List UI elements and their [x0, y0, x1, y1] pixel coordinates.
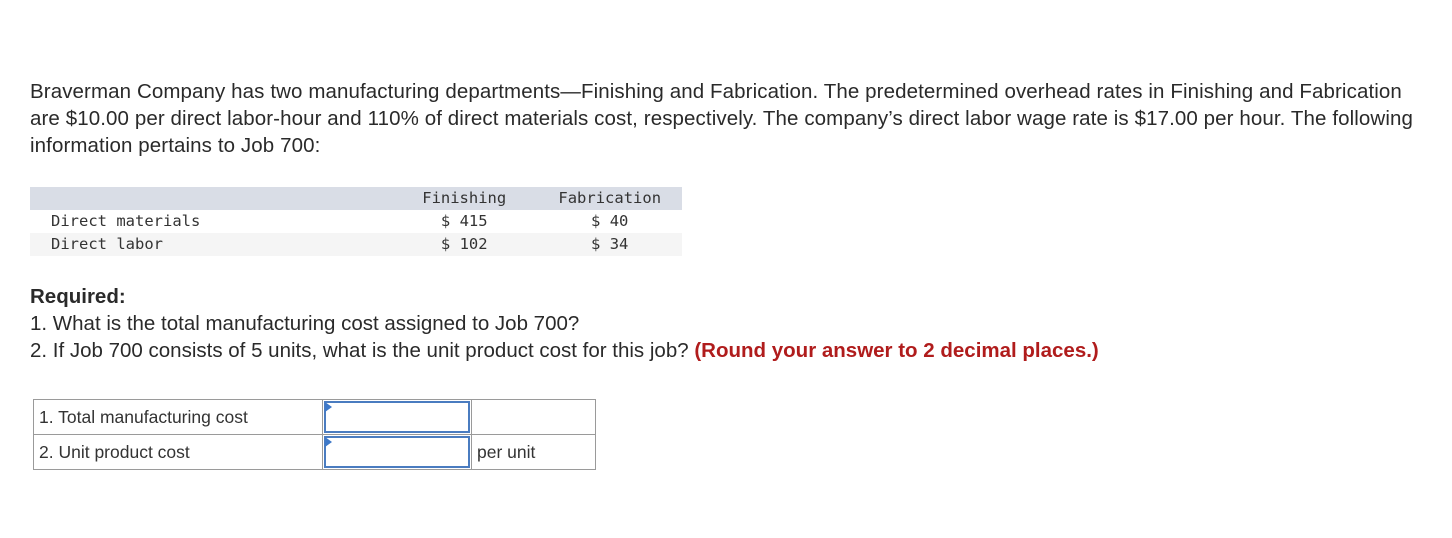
row-label: Direct materials	[51, 212, 201, 230]
total-manufacturing-cost-input[interactable]	[324, 401, 470, 433]
table-row: Direct labor $ 102 $ 34	[30, 233, 682, 256]
required-title: Required:	[30, 285, 126, 308]
answer-input-cell	[322, 434, 472, 470]
required-section: Required: 1. What is the total manufactu…	[30, 283, 1099, 364]
finishing-value: $ 102	[391, 233, 538, 256]
problem-intro: Braverman Company has two manufacturing …	[30, 80, 1413, 157]
answer-label: 2. Unit product cost	[33, 434, 323, 470]
row-label: Direct labor	[30, 233, 392, 256]
header-blank	[30, 187, 392, 210]
answer-input-cell	[322, 399, 472, 435]
unit-product-cost-input[interactable]	[324, 436, 470, 468]
answer-unit: per unit	[471, 434, 596, 470]
question-2-line: 2. If Job 700 consists of 5 units, what …	[30, 337, 1099, 364]
table-row: Direct materials $ 415 $ 40	[30, 210, 682, 233]
flag-marker-icon	[325, 402, 332, 412]
answer-table: 1. Total manufacturing cost 2. Unit prod…	[33, 399, 596, 470]
question-2: 2. If Job 700 consists of 5 units, what …	[30, 339, 689, 362]
answer-row: 1. Total manufacturing cost	[33, 399, 596, 435]
flag-marker-icon	[325, 437, 332, 447]
fabrication-value: $ 40	[591, 212, 629, 230]
answer-unit	[471, 399, 596, 435]
header-fabrication: Fabrication	[537, 187, 682, 210]
rounding-note: (Round your answer to 2 decimal places.)	[694, 339, 1099, 362]
header-finishing: Finishing	[391, 187, 538, 210]
finishing-value: $ 415	[440, 212, 488, 230]
answer-row: 2. Unit product cost per unit	[33, 434, 596, 470]
cost-data-table: Finishing Fabrication Direct materials $…	[30, 187, 682, 256]
fabrication-value: $ 34	[537, 233, 682, 256]
answer-label: 1. Total manufacturing cost	[33, 399, 323, 435]
question-1: 1. What is the total manufacturing cost …	[30, 312, 580, 335]
table-header-row: Finishing Fabrication	[30, 187, 682, 210]
